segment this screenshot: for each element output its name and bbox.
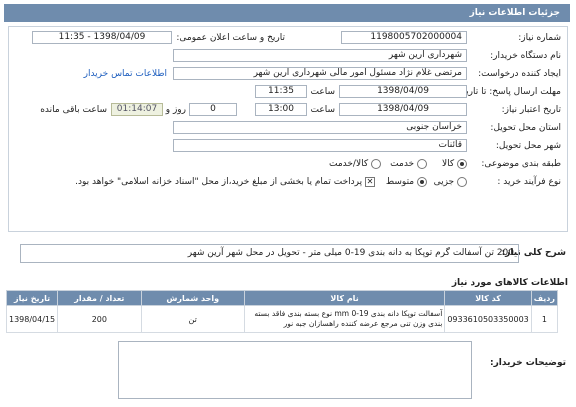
days-field: 0 [189, 103, 237, 116]
contact-buyer-link[interactable]: اطلاعات تماس خریدار [84, 67, 167, 81]
category-option-goods-service[interactable]: کالا/خدمت [329, 157, 381, 171]
row-need-number: شماره نیاز: 1198005702000004 تاریخ و ساع… [9, 31, 567, 45]
treasury-payment-option[interactable]: ✕ پرداخت تمام یا بخشی از مبلغ خرید،از مح… [75, 175, 375, 189]
remaining-label: ساعت باقی مانده [40, 105, 107, 115]
row-buyer-org: نام دستگاه خریدار: شهرداری آرین شهر [9, 49, 567, 63]
radio-icon[interactable] [457, 176, 467, 187]
row-province: استان محل تحویل: خراسان جنوبی [9, 121, 567, 135]
announce-label: تاریخ و ساعت اعلان عمومی: [176, 33, 285, 43]
row-validity: تاریخ اعتبار نیاز: 1398/04/09 ساعت 13:00… [9, 103, 567, 117]
validity-label: تاریخ اعتبار نیاز: [501, 105, 561, 115]
process-option-minor[interactable]: جزیی [434, 175, 467, 189]
need-number-field: 1198005702000004 [341, 31, 467, 44]
row-creator: ایجاد کننده درخواست: مرتضی غلام نژاد مسئ… [9, 67, 567, 81]
creator-label: ایجاد کننده درخواست: [478, 69, 561, 79]
col-row-header: ردیف [530, 290, 559, 306]
items-section-title: اطلاعات کالاهای مورد نیاز [451, 278, 568, 288]
items-table: ردیف کد کالا نام کالا واحد شمارش تعداد /… [5, 290, 559, 333]
buyer-org-label: نام دستگاه خریدار: [490, 51, 561, 61]
days-label: روز و [165, 105, 186, 115]
col-date-header: تاریخ نیاز [5, 290, 59, 306]
page-title: جزئیات اطلاعات نیاز [469, 8, 560, 18]
details-panel: شماره نیاز: 1198005702000004 تاریخ و ساع… [8, 26, 568, 232]
process-label: نوع فرآیند خرید : [497, 177, 561, 187]
buyer-notes-field [118, 341, 472, 399]
cell-code: 0933610503350003 [444, 305, 532, 333]
radio-icon[interactable] [371, 158, 381, 169]
category-option-goods[interactable]: کالا [442, 157, 467, 171]
buyer-notes-label: توضیحات خریدار: [490, 358, 566, 368]
process-option-medium[interactable]: متوسط [386, 175, 427, 189]
description-field: 200 تن آسفالت گرم توپکا به دانه بندی 19-… [20, 244, 519, 263]
radio-selected-icon[interactable] [457, 158, 467, 169]
radio-icon[interactable] [417, 158, 427, 169]
announce-field: 1398/04/09 - 11:35 [32, 31, 172, 44]
cell-date: 1398/04/15 [5, 305, 59, 333]
reply-deadline-label: مهلت ارسال پاسخ: تا تاریخ: [457, 87, 561, 97]
checkbox-icon[interactable]: ✕ [365, 176, 375, 187]
cell-row: 1 [530, 305, 559, 333]
row-category: طبقه بندی موضوعی: کالا خدمت کالا/خدمت [9, 157, 567, 171]
province-label: استان محل تحویل: [490, 123, 561, 133]
cell-qty: 200 [57, 305, 142, 333]
cell-name: آسفالت توپکا دانه بندی 19-0 mm نوع بسته … [243, 305, 446, 333]
cell-unit: تن [140, 305, 245, 333]
need-number-label: شماره نیاز: [518, 33, 561, 43]
city-label: شهر محل تحویل: [495, 141, 561, 151]
radio-selected-icon[interactable] [417, 176, 427, 187]
buyer-org-field: شهرداری آرین شهر [173, 49, 467, 62]
remaining-timer: 01:14:07 [111, 103, 163, 116]
page-title-bar: جزئیات اطلاعات نیاز [4, 4, 570, 22]
creator-field: مرتضی غلام نژاد مسئول امور مالی شهرداری … [173, 67, 467, 80]
table-row: 1 0933610503350003 آسفالت توپکا دانه بند… [5, 305, 559, 333]
col-qty-header: تعداد / مقدار [57, 290, 142, 306]
validity-time-field: 13:00 [255, 103, 307, 116]
reply-time-label: ساعت [310, 87, 336, 97]
reply-time-field: 11:35 [255, 85, 307, 98]
province-field: خراسان جنوبی [173, 121, 467, 134]
row-city: شهر محل تحویل: قائنات [9, 139, 567, 153]
city-field: قائنات [173, 139, 467, 152]
col-unit-header: واحد شمارش [140, 290, 245, 306]
validity-date-field: 1398/04/09 [339, 103, 467, 116]
col-name-header: نام کالا [243, 290, 446, 306]
reply-date-field: 1398/04/09 [339, 85, 467, 98]
items-header-row: ردیف کد کالا نام کالا واحد شمارش تعداد /… [5, 290, 559, 306]
category-label: طبقه بندی موضوعی: [481, 159, 561, 169]
row-reply-deadline: مهلت ارسال پاسخ: تا تاریخ: 1398/04/09 سا… [9, 85, 567, 99]
validity-time-label: ساعت [310, 105, 336, 115]
category-option-service[interactable]: خدمت [390, 157, 427, 171]
row-process: نوع فرآیند خرید : جزیی متوسط ✕ پرداخت تم… [9, 175, 567, 189]
col-code-header: کد کالا [444, 290, 532, 306]
